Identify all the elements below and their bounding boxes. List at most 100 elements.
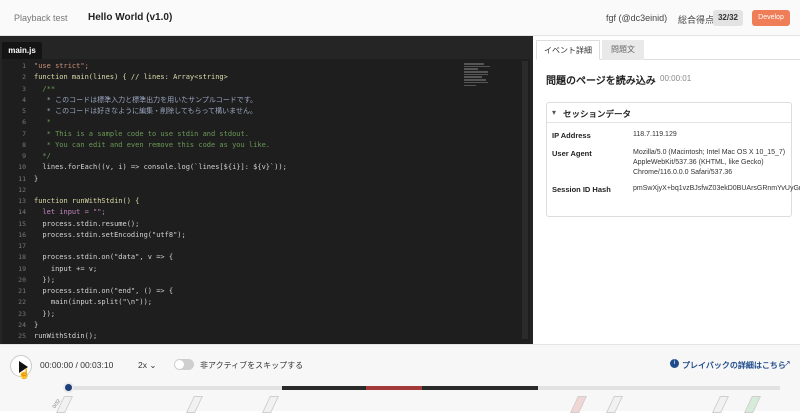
line-number: 24 bbox=[18, 320, 26, 329]
event-time: 00:00:01 bbox=[660, 74, 692, 83]
line-number: 20 bbox=[18, 275, 26, 284]
user-name: fgf (@dc3einid) bbox=[606, 13, 668, 23]
session-hash-value: pmSwXjyX+bq1vzBJsfwZ03ekD0BUArsGRnmYvUyG… bbox=[633, 185, 800, 192]
line-number: 9 bbox=[22, 152, 26, 160]
breadcrumb-parent[interactable]: Playback test bbox=[14, 13, 68, 23]
score-label: 総合得点 bbox=[678, 15, 715, 25]
file-tab-main-js[interactable]: main.js bbox=[2, 42, 42, 59]
line-number: 15 bbox=[18, 219, 26, 228]
code-line[interactable]: } bbox=[34, 320, 454, 331]
playback-details-link[interactable]: プレイバックの詳細はこちら bbox=[682, 360, 786, 371]
timeline-marker[interactable] bbox=[186, 396, 203, 413]
skip-inactive-toggle[interactable] bbox=[174, 359, 194, 370]
code-line[interactable]: process.stdin.setEncoding("utf8"); bbox=[34, 230, 454, 241]
code-line[interactable]: * bbox=[34, 117, 454, 128]
tab-problem-statement[interactable]: 問題文 bbox=[602, 40, 644, 60]
code-line[interactable]: "use strict"; bbox=[34, 61, 454, 72]
line-number: 3 bbox=[22, 84, 26, 93]
chevron-down-icon: ⌄ bbox=[149, 360, 157, 370]
timeline-segment bbox=[282, 386, 366, 390]
line-number: 21 bbox=[18, 287, 26, 295]
develop-button[interactable]: Develop bbox=[752, 10, 790, 26]
timeline-marker[interactable] bbox=[712, 396, 729, 413]
line-number: 6 bbox=[22, 118, 26, 127]
timeline-track[interactable] bbox=[68, 386, 780, 390]
code-line[interactable]: runWithStdin(); bbox=[34, 331, 454, 342]
code-line[interactable]: /** bbox=[34, 84, 454, 95]
top-bar: Playback test Hello World (v1.0) fgf (@d… bbox=[0, 0, 800, 36]
event-panel: イベント詳細 問題文 問題のページを読み込み 00:00:01 ▾ セッションデ… bbox=[536, 36, 800, 344]
code-line[interactable]: function main(lines) { // lines: Array<s… bbox=[34, 72, 454, 83]
code-line[interactable]: }); bbox=[34, 275, 454, 286]
code-line[interactable]: */ bbox=[34, 151, 454, 162]
session-data-title: セッションデータ bbox=[563, 109, 632, 119]
toggle-knob bbox=[175, 360, 184, 369]
code-lines[interactable]: "use strict"; function main(lines) { // l… bbox=[34, 61, 454, 354]
code-line[interactable]: input += v; bbox=[34, 264, 454, 275]
current-time: 00:00:00 bbox=[40, 360, 74, 370]
line-number: 23 bbox=[18, 309, 26, 318]
line-number: 16 bbox=[18, 230, 26, 239]
line-number: 1 bbox=[22, 62, 26, 70]
timeline-marker[interactable] bbox=[570, 396, 587, 413]
user-agent-value: Mozilla/5.0 (Macintosh; Intel Mac OS X 1… bbox=[633, 149, 786, 176]
code-line[interactable]: function runWithStdin() { bbox=[34, 196, 454, 207]
code-line[interactable]: process.stdin.resume(); bbox=[34, 219, 454, 230]
code-editor[interactable]: 1 2 3 4 5 6 7 8 9 10 11 12 13 14 15 16 17 18 19 20 21 22 23 24 2… bbox=[2, 59, 530, 351]
line-number: 18 bbox=[18, 253, 26, 262]
line-number: 5 bbox=[22, 107, 26, 115]
timeline-marker[interactable] bbox=[744, 396, 761, 413]
tab-event-details[interactable]: イベント詳細 bbox=[536, 40, 600, 60]
total-time: 00:03:10 bbox=[80, 360, 114, 370]
code-line[interactable]: } bbox=[34, 174, 454, 185]
code-line[interactable]: main(input.split("\n")); bbox=[34, 297, 454, 308]
editor-scrollbar[interactable] bbox=[522, 61, 528, 339]
code-line[interactable]: * You can edit and even remove this code… bbox=[34, 140, 454, 151]
line-number: 8 bbox=[22, 140, 26, 149]
speed-value: 2x bbox=[138, 360, 147, 370]
timeline-knob[interactable] bbox=[63, 382, 74, 393]
session-hash-label: Session ID Hash bbox=[552, 185, 611, 194]
code-line[interactable]: process.stdin.on("end", () => { bbox=[34, 286, 454, 297]
code-line[interactable] bbox=[34, 241, 454, 252]
line-number: 11 bbox=[18, 174, 26, 183]
line-number: 2 bbox=[22, 73, 26, 82]
info-icon: i bbox=[670, 359, 679, 368]
playback-controls: ☝ 00:00:00 / 00:03:10 2x ⌄ 非アクティブをスキップする… bbox=[0, 344, 800, 413]
user-agent-label: User Agent bbox=[552, 149, 592, 158]
external-link-icon[interactable]: ↗ bbox=[784, 359, 791, 368]
code-line[interactable]: * このコードは標準入力と標準出力を用いたサンプルコードです。 bbox=[34, 95, 454, 106]
chevron-down-icon[interactable]: ▾ bbox=[552, 108, 556, 117]
code-minimap[interactable] bbox=[464, 63, 494, 93]
line-number: 13 bbox=[18, 197, 26, 205]
line-number: 22 bbox=[18, 298, 26, 307]
code-line[interactable]: }); bbox=[34, 309, 454, 320]
page-title: Hello World (v1.0) bbox=[88, 12, 173, 23]
line-number: 14 bbox=[18, 208, 26, 217]
timeline-marker[interactable] bbox=[262, 396, 279, 413]
speed-select[interactable]: 2x ⌄ bbox=[138, 360, 156, 371]
panel-tabs: イベント詳細 問題文 bbox=[536, 36, 800, 60]
line-number: 25 bbox=[18, 332, 26, 340]
timeline-segment bbox=[366, 386, 422, 390]
session-data-header[interactable]: ▾ セッションデータ bbox=[547, 103, 791, 123]
line-number: 19 bbox=[18, 264, 26, 273]
line-number: 4 bbox=[22, 95, 26, 104]
event-title: 問題のページを読み込み bbox=[546, 76, 656, 87]
code-line[interactable] bbox=[34, 185, 454, 196]
timeline-segment bbox=[422, 386, 538, 390]
ip-label: IP Address bbox=[552, 131, 591, 140]
code-line[interactable]: lines.forEach((v, i) => console.log(`lin… bbox=[34, 162, 454, 173]
playback-time: 00:00:00 / 00:03:10 bbox=[40, 360, 113, 370]
timeline-marker[interactable] bbox=[606, 396, 623, 413]
code-line[interactable]: process.stdin.on("data", v => { bbox=[34, 252, 454, 263]
code-line[interactable]: let input = ""; bbox=[34, 207, 454, 218]
code-line[interactable]: * このコードは好きなように編集・削除してもらって構いません。 bbox=[34, 106, 454, 117]
code-line[interactable]: * This is a sample code to use stdin and… bbox=[34, 129, 454, 140]
line-number-gutter: 1 2 3 4 5 6 7 8 9 10 11 12 13 14 15 16 17 18 19 20 21 22 23 24 2… bbox=[2, 61, 30, 354]
session-data-card: ▾ セッションデータ IP Address 118.7.119.129 User… bbox=[546, 102, 800, 217]
line-number: 10 bbox=[18, 163, 26, 172]
cursor-icon: ☝ bbox=[18, 369, 31, 380]
score-badge: 32/32 bbox=[713, 10, 743, 26]
ip-value: 118.7.119.129 bbox=[633, 131, 677, 138]
